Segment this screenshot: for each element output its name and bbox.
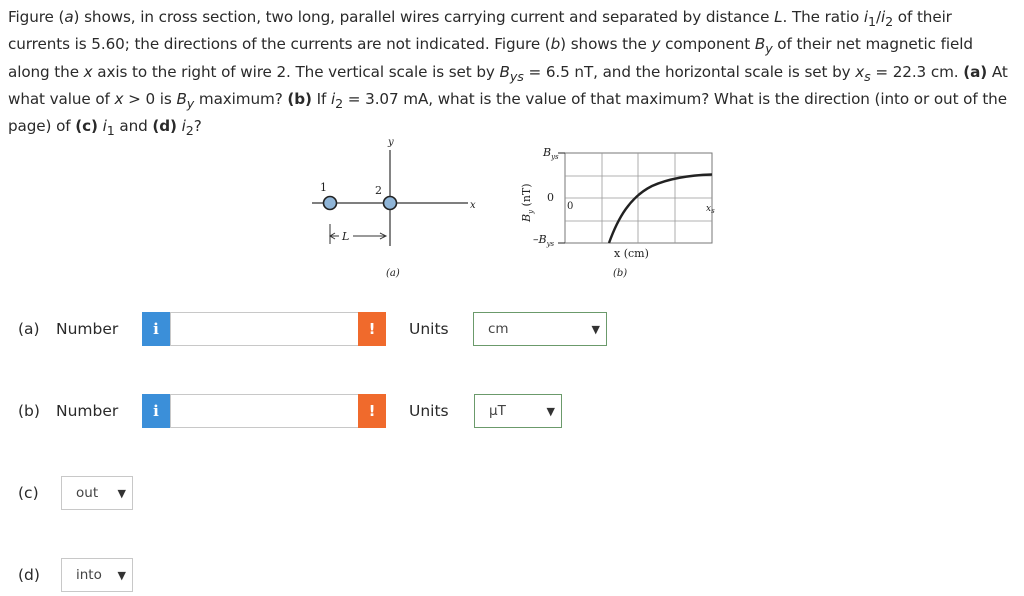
chevron-down-icon: ▼: [591, 323, 600, 336]
distance-label: L: [341, 230, 349, 243]
y-axis-title: By (nT): [520, 183, 535, 223]
chevron-down-icon: ▼: [117, 487, 126, 500]
y-zero-label: 0: [547, 191, 554, 204]
part-b-warning-button[interactable]: !: [358, 394, 386, 428]
plot-axis-ticks: [558, 152, 565, 244]
field-curve: [607, 173, 713, 244]
xs-label: xs: [706, 204, 715, 215]
wire-2: [382, 195, 398, 211]
part-a-warning-button[interactable]: !: [358, 312, 386, 346]
part-b-info-button[interactable]: i: [142, 394, 170, 428]
axis-label-y: y: [387, 137, 394, 148]
part-a-number-input[interactable]: [170, 312, 359, 346]
part-b-units-label: Units: [409, 402, 449, 420]
part-a-units-select[interactable]: cm ▼: [473, 312, 607, 346]
part-a-number-label: Number: [56, 320, 119, 338]
wire-2-label: 2: [375, 184, 382, 197]
figure-b-caption: (b): [613, 268, 627, 279]
x-zero-label: 0: [567, 201, 573, 212]
part-a-units-label: Units: [409, 320, 449, 338]
exclamation-icon: !: [368, 402, 376, 420]
x-axis-title: x (cm): [614, 247, 649, 260]
part-b-label: (b): [18, 402, 40, 420]
part-a-label: (a): [18, 320, 40, 338]
part-c-label: (c): [18, 484, 39, 502]
figure-a-caption: (a): [386, 268, 400, 279]
exclamation-icon: !: [368, 320, 376, 338]
part-c-direction-select[interactable]: out ▼: [61, 476, 133, 510]
problem-figure: y x 1 2 L (a) Bys 0 –Bys 0 xs By (nT) x …: [312, 137, 715, 279]
part-a-info-button[interactable]: i: [142, 312, 170, 346]
chevron-down-icon: ▼: [546, 405, 555, 418]
part-b-number-input[interactable]: [170, 394, 359, 428]
part-d-label: (d): [18, 566, 40, 584]
part-d-direction-value: into: [76, 567, 102, 583]
axis-label-x: x: [470, 200, 476, 211]
chevron-down-icon: ▼: [117, 569, 126, 582]
y-bottom-label: –Bys: [533, 233, 555, 248]
info-icon: i: [153, 402, 159, 420]
info-icon: i: [153, 320, 159, 338]
part-c-direction-value: out: [76, 485, 99, 501]
figure-b: [558, 152, 713, 244]
part-b-units-value: μT: [489, 403, 506, 419]
plot-grid: [565, 153, 712, 243]
part-a-units-value: cm: [488, 321, 509, 337]
wire-1: [322, 195, 338, 211]
part-d-direction-select[interactable]: into ▼: [61, 558, 133, 592]
figure-a: [312, 150, 468, 246]
part-b-units-select[interactable]: μT ▼: [474, 394, 562, 428]
y-top-label: Bys: [542, 146, 559, 161]
wire-1-label: 1: [320, 181, 327, 194]
part-b-number-label: Number: [56, 402, 119, 420]
